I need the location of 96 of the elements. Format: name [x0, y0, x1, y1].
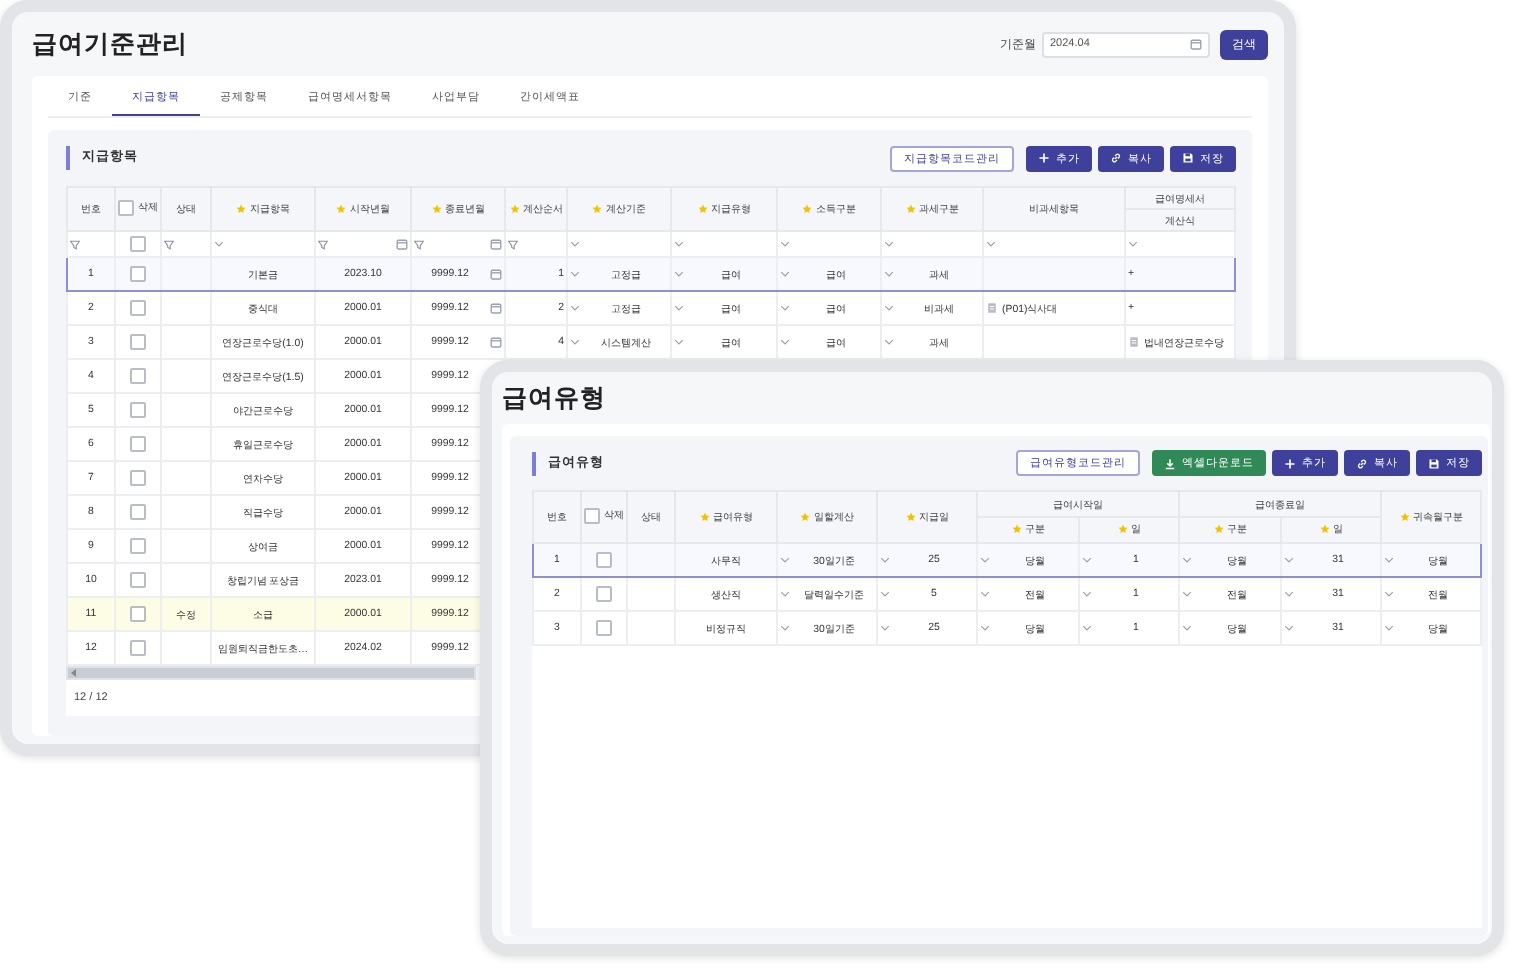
filter-icon[interactable]	[318, 239, 328, 249]
chevron-down-icon[interactable]	[780, 270, 790, 278]
arrow-left-icon[interactable]	[68, 668, 80, 678]
chevron-down-icon[interactable]	[884, 240, 894, 248]
chevron-down-icon[interactable]	[980, 590, 990, 598]
chevron-down-icon[interactable]	[1284, 624, 1294, 632]
star-icon	[1319, 524, 1329, 534]
checkbox[interactable]	[596, 552, 612, 568]
checkbox[interactable]	[130, 640, 146, 656]
chevron-down-icon[interactable]	[884, 304, 894, 312]
filter-icon[interactable]	[164, 239, 174, 249]
checkbox[interactable]	[130, 504, 146, 520]
link-icon	[1110, 152, 1122, 164]
chevron-down-icon[interactable]	[1384, 556, 1394, 564]
download-icon	[1164, 457, 1176, 469]
chevron-down-icon[interactable]	[674, 304, 684, 312]
checkbox[interactable]	[130, 266, 146, 282]
chevron-down-icon[interactable]	[1384, 624, 1394, 632]
chevron-down-icon[interactable]	[884, 338, 894, 346]
checkbox[interactable]	[130, 300, 146, 316]
plus-icon	[1038, 152, 1050, 164]
plus-icon	[1284, 457, 1296, 469]
chevron-down-icon[interactable]	[980, 624, 990, 632]
save-icon	[1182, 152, 1194, 164]
chevron-down-icon[interactable]	[674, 338, 684, 346]
calendar-icon[interactable]	[490, 336, 502, 348]
horizontal-scrollbar[interactable]	[66, 666, 476, 680]
checkbox[interactable]	[130, 606, 146, 622]
calendar-icon[interactable]	[490, 268, 502, 280]
checkbox[interactable]	[584, 507, 600, 523]
chevron-down-icon[interactable]	[1082, 590, 1092, 598]
star-icon	[697, 203, 707, 213]
star-icon	[905, 511, 915, 521]
link-icon	[1356, 457, 1368, 469]
save-icon	[1428, 457, 1440, 469]
chevron-down-icon[interactable]	[1384, 590, 1394, 598]
checkbox[interactable]	[130, 402, 146, 418]
checkbox[interactable]	[130, 236, 146, 252]
chevron-down-icon[interactable]	[986, 240, 996, 248]
star-icon	[336, 203, 346, 213]
checkbox[interactable]	[130, 368, 146, 384]
checkbox[interactable]	[118, 199, 134, 215]
chevron-down-icon[interactable]	[570, 240, 580, 248]
window-title: 급여유형	[502, 381, 606, 415]
star-icon	[905, 203, 915, 213]
chevron-down-icon[interactable]	[1182, 590, 1192, 598]
star-icon	[1399, 511, 1409, 521]
window-title: 급여기준관리	[32, 27, 188, 61]
checkbox[interactable]	[596, 620, 612, 636]
chevron-down-icon[interactable]	[1182, 556, 1192, 564]
filter-icon[interactable]	[70, 239, 80, 249]
chevron-down-icon[interactable]	[880, 590, 890, 598]
star-icon	[1117, 524, 1127, 534]
chevron-down-icon[interactable]	[1082, 556, 1092, 564]
chevron-down-icon[interactable]	[570, 338, 580, 346]
star-icon	[699, 511, 709, 521]
chevron-down-icon[interactable]	[780, 624, 790, 632]
star-icon	[592, 203, 602, 213]
chevron-down-icon[interactable]	[214, 240, 224, 248]
star-icon	[802, 203, 812, 213]
chevron-down-icon[interactable]	[780, 590, 790, 598]
chevron-down-icon[interactable]	[674, 240, 684, 248]
chevron-down-icon[interactable]	[570, 270, 580, 278]
chevron-down-icon[interactable]	[1182, 624, 1192, 632]
chevron-down-icon[interactable]	[1284, 556, 1294, 564]
chevron-down-icon[interactable]	[880, 624, 890, 632]
chevron-down-icon[interactable]	[674, 270, 684, 278]
chevron-down-icon[interactable]	[780, 556, 790, 564]
star-icon	[1213, 524, 1223, 534]
chevron-down-icon[interactable]	[1082, 624, 1092, 632]
chevron-down-icon[interactable]	[780, 304, 790, 312]
chevron-down-icon[interactable]	[780, 240, 790, 248]
star-icon	[509, 203, 519, 213]
checkbox[interactable]	[130, 470, 146, 486]
chevron-down-icon[interactable]	[780, 338, 790, 346]
chevron-down-icon[interactable]	[570, 304, 580, 312]
calendar-icon[interactable]	[490, 238, 502, 250]
checkbox[interactable]	[130, 334, 146, 350]
checkbox[interactable]	[130, 436, 146, 452]
chevron-down-icon[interactable]	[1128, 240, 1138, 248]
star-icon	[800, 511, 810, 521]
filter-icon[interactable]	[414, 239, 424, 249]
calendar-icon[interactable]	[490, 302, 502, 314]
calendar-icon[interactable]	[1190, 38, 1202, 50]
chevron-down-icon[interactable]	[1284, 590, 1294, 598]
chevron-down-icon[interactable]	[980, 556, 990, 564]
filter-icon[interactable]	[508, 239, 518, 249]
checkbox[interactable]	[130, 538, 146, 554]
star-icon	[431, 203, 441, 213]
chevron-down-icon[interactable]	[880, 556, 890, 564]
star-icon	[1011, 524, 1021, 534]
checkbox[interactable]	[596, 586, 612, 602]
star-icon	[236, 203, 246, 213]
chevron-down-icon[interactable]	[884, 270, 894, 278]
checkbox[interactable]	[130, 572, 146, 588]
calendar-icon[interactable]	[396, 238, 408, 250]
